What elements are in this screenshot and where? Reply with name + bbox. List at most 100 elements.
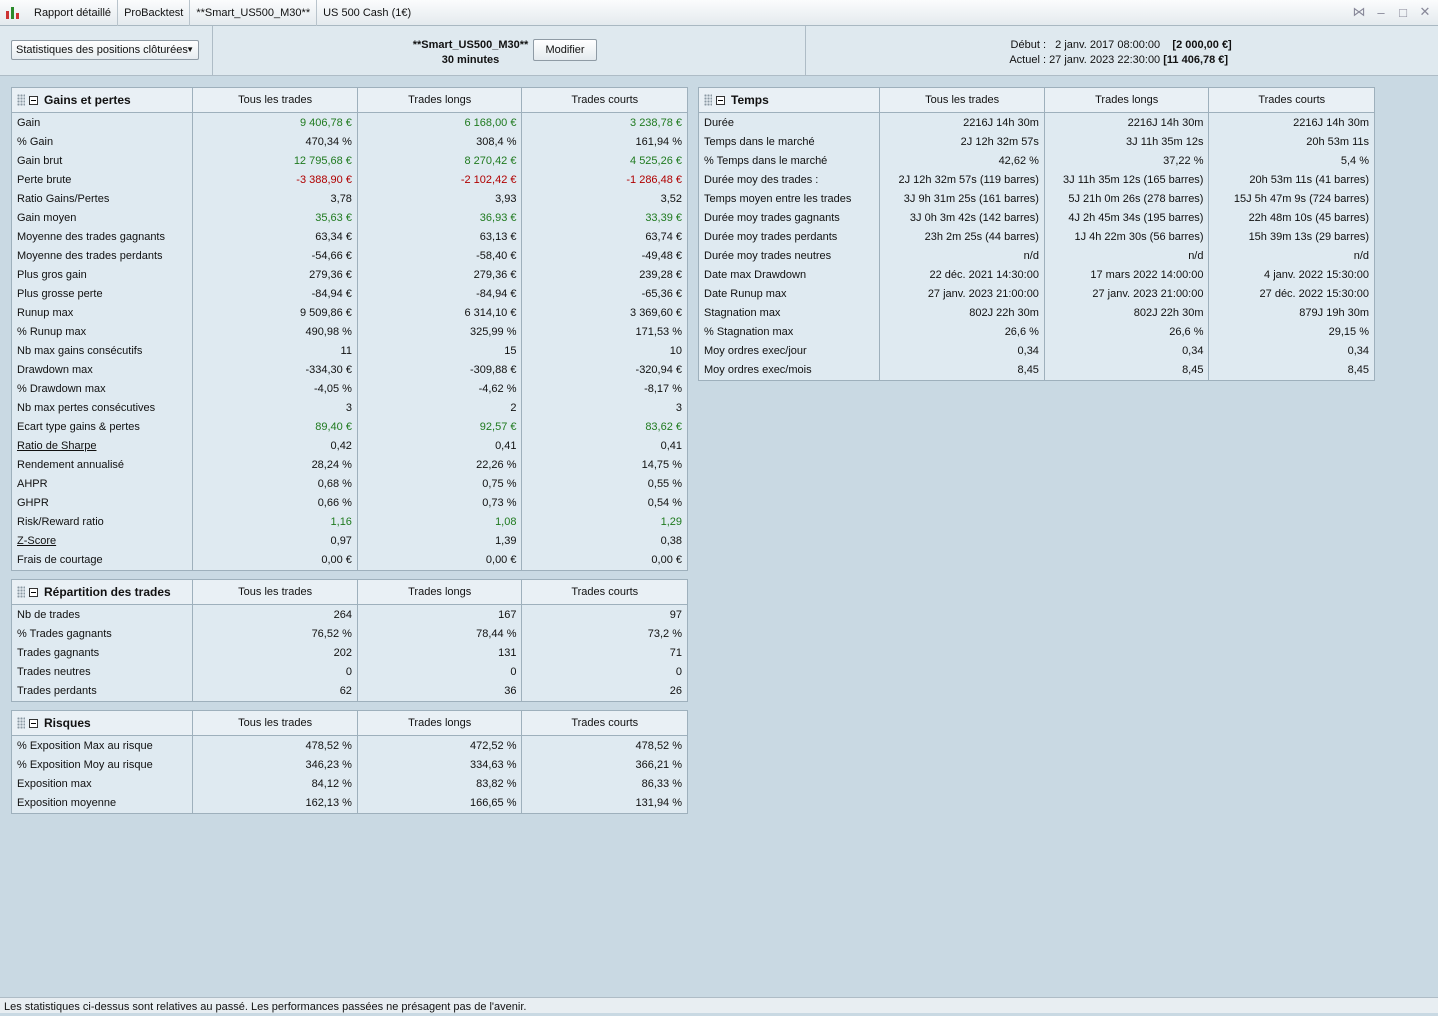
value-cell: 4 525,26 € — [630, 155, 683, 167]
column-header[interactable]: Tous les trades — [193, 580, 358, 604]
value-cell: 308,4 % — [476, 136, 517, 148]
value-cell: 5,4 % — [1340, 155, 1370, 167]
share-icon[interactable]: ⋈ — [1352, 4, 1366, 20]
value-cell: 131 — [498, 647, 517, 659]
current-capital: [11 406,78 €] — [1163, 54, 1229, 66]
start-date: 2 janv. 2017 08:00:00 — [1055, 39, 1161, 51]
panel-title: Temps — [731, 93, 769, 107]
collapse-icon[interactable] — [716, 95, 725, 105]
value-cell: 0 — [675, 666, 683, 678]
column-header[interactable]: Trades courts — [1209, 88, 1374, 112]
column-header[interactable]: Trades courts — [522, 580, 687, 604]
row-label: Ecart type gains & pertes — [17, 421, 140, 433]
value-cell: 9 406,78 € — [299, 117, 352, 129]
value-cell: 161,94 % — [635, 136, 683, 148]
tab-probacktest[interactable]: ProBacktest — [118, 0, 191, 26]
drag-handle-icon[interactable] — [17, 586, 25, 598]
column-header[interactable]: Trades longs — [1045, 88, 1210, 112]
column-header[interactable]: Trades longs — [358, 580, 523, 604]
row-label[interactable]: Z-Score — [12, 532, 192, 551]
report-header: Statistiques des positions clôturées ▼ *… — [0, 26, 1438, 76]
value-cell: 490,98 % — [305, 326, 352, 338]
current-date: 27 janv. 2023 22:30:00 — [1049, 54, 1161, 66]
value-cell: 6 168,00 € — [464, 117, 517, 129]
collapse-icon[interactable] — [29, 587, 38, 597]
date-range: Début : 2 janv. 2017 08:00:00 [2 000,00 … — [1004, 38, 1231, 68]
row-label: Rendement annualisé — [17, 459, 125, 471]
value-cell: 3J 11h 35m 12s — [1126, 136, 1204, 148]
drag-handle-icon[interactable] — [704, 94, 712, 106]
row-label: % Temps dans le marché — [704, 155, 828, 167]
values-column-all: 478,52 % 346,23 % 84,12 % 162,13 % — [193, 736, 358, 813]
drag-handle-icon[interactable] — [17, 717, 25, 729]
value-cell: -84,94 € — [311, 288, 352, 300]
value-cell: 366,21 % — [635, 759, 683, 771]
minimize-icon[interactable]: – — [1374, 5, 1388, 20]
collapse-icon[interactable] — [29, 95, 38, 105]
row-label: Drawdown max — [17, 364, 93, 376]
value-cell: 29,15 % — [1328, 326, 1370, 338]
row-label: Nb de trades — [17, 609, 80, 621]
value-cell: 167 — [498, 609, 517, 621]
value-cell: 472,52 % — [470, 740, 517, 752]
value-cell: 202 — [333, 647, 352, 659]
value-cell: 73,2 % — [647, 628, 683, 640]
value-cell: 23h 2m 25s (44 barres) — [924, 231, 1039, 243]
collapse-icon[interactable] — [29, 718, 38, 728]
close-icon[interactable]: ✕ — [1418, 4, 1432, 20]
value-cell: 35,63 € — [315, 212, 352, 224]
row-label: Trades neutres — [17, 666, 91, 678]
values-column-all: 9 406,78 € 470,34 % 12 795,68 € -3 388,90 €… — [193, 113, 358, 570]
value-cell: 62 — [339, 685, 352, 697]
column-header[interactable]: Trades longs — [358, 88, 523, 112]
value-cell: 22,26 % — [476, 459, 517, 471]
value-cell: 10 — [669, 345, 683, 357]
value-cell: 89,40 € — [315, 421, 352, 433]
column-header[interactable]: Trades courts — [522, 711, 687, 735]
row-label: Exposition max — [17, 778, 92, 790]
row-label[interactable]: Ratio de Sharpe — [12, 437, 192, 456]
column-header[interactable]: Tous les trades — [880, 88, 1045, 112]
panel-title-cell: Risques — [12, 711, 194, 735]
value-cell: -49,48 € — [641, 250, 683, 262]
column-header[interactable]: Tous les trades — [193, 711, 358, 735]
panel-title-cell: Gains et pertes — [12, 88, 194, 112]
disclaimer-footer: Les statistiques ci-dessus sont relative… — [0, 997, 1438, 1013]
value-cell: n/d — [1353, 250, 1370, 262]
column-header[interactable]: Trades courts — [522, 88, 687, 112]
value-cell: -3 388,90 € — [296, 174, 352, 186]
row-label: % Stagnation max — [704, 326, 794, 338]
row-label: Durée moy des trades : — [704, 174, 819, 186]
row-label: Stagnation max — [704, 307, 781, 319]
value-cell: 63,34 € — [315, 231, 352, 243]
value-cell: 166,65 % — [470, 797, 517, 809]
value-cell: 0,00 € — [651, 554, 683, 566]
value-cell: 0,97 — [330, 535, 352, 547]
value-cell: 879J 19h 30m — [1299, 307, 1370, 319]
value-cell: -54,66 € — [311, 250, 352, 262]
value-cell: 8 270,42 € — [464, 155, 517, 167]
tab-strategy[interactable]: **Smart_US500_M30** — [190, 0, 318, 26]
value-cell: 15 — [504, 345, 517, 357]
start-label: Début : — [1010, 39, 1046, 51]
maximize-icon[interactable]: □ — [1396, 5, 1410, 20]
modify-button[interactable]: Modifier — [533, 39, 597, 61]
value-cell: 0,73 % — [482, 497, 517, 509]
tab-rapport[interactable]: Rapport détaillé — [28, 0, 119, 26]
title-bar: Rapport détaillé ProBacktest **Smart_US5… — [0, 0, 1438, 26]
value-cell: 162,13 % — [305, 797, 352, 809]
row-label: % Trades gagnants — [17, 628, 112, 640]
value-cell: 0,41 — [660, 440, 683, 452]
statistics-type-select[interactable]: Statistiques des positions clôturées ▼ — [11, 40, 199, 60]
app-chart-icon — [6, 6, 22, 20]
panel-header: Risques Tous les trades Trades longs Trades… — [12, 711, 687, 736]
panel-risques: Risques Tous les trades Trades longs Trades… — [11, 710, 688, 814]
row-label: % Gain — [17, 136, 54, 148]
row-label: Nb max pertes consécutives — [17, 402, 156, 414]
value-cell: 9 509,86 € — [299, 307, 352, 319]
drag-handle-icon[interactable] — [17, 94, 25, 106]
tab-instrument[interactable]: US 500 Cash (1€) — [317, 0, 417, 26]
column-header[interactable]: Tous les trades — [193, 88, 358, 112]
column-header[interactable]: Trades longs — [358, 711, 523, 735]
values-column-short: 478,52 % 366,21 % 86,33 % 131,94 % — [522, 736, 687, 813]
